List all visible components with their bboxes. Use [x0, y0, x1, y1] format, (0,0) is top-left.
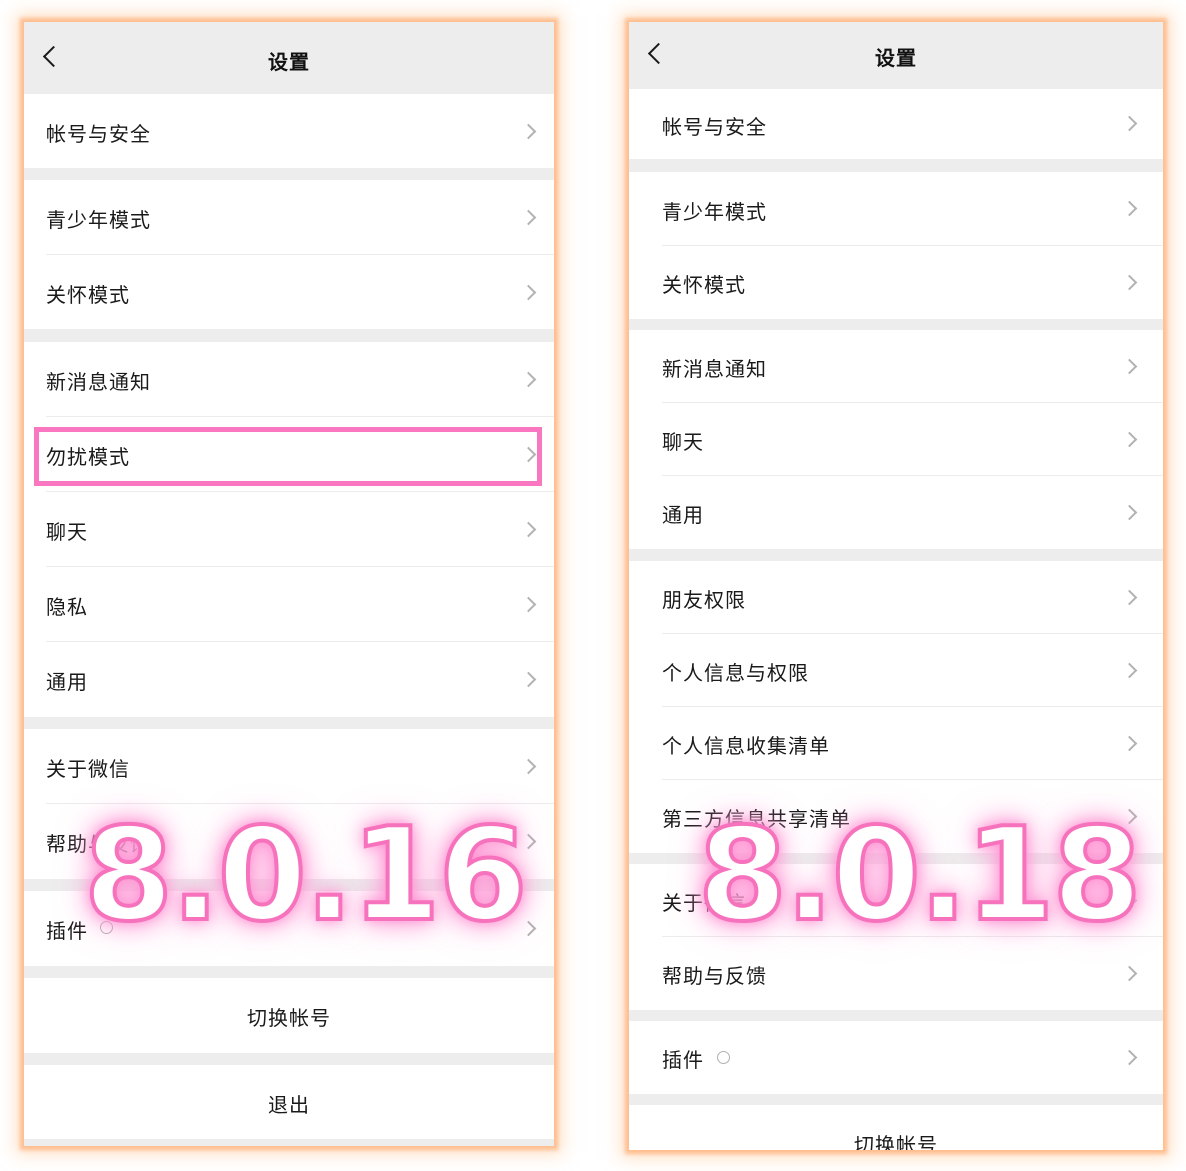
version-overlay-8-0-16: 8.0.16	[82, 801, 529, 950]
chevron-right-icon	[1121, 115, 1138, 132]
settings-item-new-message-notification[interactable]: 新消息通知	[629, 330, 1163, 403]
switch-account-button[interactable]: 切换帐号	[24, 978, 554, 1053]
page-title: 设置	[268, 50, 310, 74]
settings-item-friend-permissions[interactable]: 朋友权限	[629, 561, 1163, 634]
item-label: 通用	[662, 503, 704, 527]
settings-item-general[interactable]: 通用	[24, 642, 554, 717]
phone-screen-8-0-16: 设置 帐号与安全 青少年模式 关怀模式 新消息通知 勿扰模式 聊天 隐私 通用	[24, 22, 554, 1146]
settings-item-teen-mode[interactable]: 青少年模式	[24, 180, 554, 255]
item-label: 插件	[662, 1048, 704, 1072]
chevron-right-icon	[520, 371, 537, 388]
chevron-right-icon	[1121, 431, 1138, 448]
chevron-right-icon	[1121, 735, 1138, 752]
chevron-right-icon	[520, 671, 537, 688]
item-label: 通用	[46, 670, 88, 694]
chevron-right-icon	[1121, 965, 1138, 982]
logout-label: 退出	[268, 1093, 310, 1117]
settings-item-chat[interactable]: 聊天	[24, 492, 554, 567]
switch-account-button[interactable]: 切换帐号	[629, 1105, 1163, 1150]
version-overlay-8-0-18: 8.0.18	[696, 801, 1143, 950]
chevron-right-icon	[1121, 589, 1138, 606]
chevron-right-icon	[1121, 1049, 1138, 1066]
item-label: 关怀模式	[662, 273, 746, 297]
settings-item-general[interactable]: 通用	[629, 476, 1163, 549]
item-label: 新消息通知	[46, 370, 151, 394]
nav-header: 设置	[629, 22, 1163, 88]
chevron-right-icon	[520, 123, 537, 140]
chevron-right-icon	[520, 596, 537, 613]
chevron-right-icon	[520, 284, 537, 301]
item-label: 插件	[46, 919, 88, 943]
item-label: 关于微信	[46, 757, 130, 781]
settings-item-privacy[interactable]: 隐私	[24, 567, 554, 642]
item-label: 关怀模式	[46, 283, 130, 307]
item-label: 聊天	[662, 430, 704, 454]
item-label: 新消息通知	[662, 357, 767, 381]
chevron-right-icon	[1121, 358, 1138, 375]
item-label: 帐号与安全	[46, 122, 151, 146]
item-label: 青少年模式	[662, 200, 767, 224]
item-label: 青少年模式	[46, 208, 151, 232]
nav-header: 设置	[24, 22, 554, 92]
switch-account-label: 切换帐号	[247, 1006, 331, 1030]
settings-item-care-mode[interactable]: 关怀模式	[629, 246, 1163, 319]
item-label: 帐号与安全	[662, 115, 767, 139]
highlight-box	[34, 427, 542, 486]
item-label: 个人信息收集清单	[662, 734, 830, 758]
settings-item-teen-mode[interactable]: 青少年模式	[629, 172, 1163, 246]
settings-item-chat[interactable]: 聊天	[629, 403, 1163, 476]
chevron-right-icon	[1121, 200, 1138, 217]
settings-item-account-security[interactable]: 帐号与安全	[629, 89, 1163, 159]
switch-account-label: 切换帐号	[854, 1133, 938, 1150]
settings-item-about-wechat[interactable]: 关于微信	[24, 729, 554, 804]
plugin-icon	[717, 1051, 730, 1064]
logout-button[interactable]: 退出	[24, 1065, 554, 1139]
item-label: 个人信息与权限	[662, 661, 809, 685]
settings-item-account-security[interactable]: 帐号与安全	[24, 94, 554, 168]
chevron-right-icon	[520, 209, 537, 226]
item-label: 聊天	[46, 520, 88, 544]
item-label: 帮助与反馈	[662, 964, 767, 988]
chevron-right-icon	[520, 521, 537, 538]
chevron-right-icon	[1121, 504, 1138, 521]
chevron-right-icon	[520, 758, 537, 775]
settings-item-new-message-notification[interactable]: 新消息通知	[24, 342, 554, 417]
chevron-right-icon	[1121, 662, 1138, 679]
phone-screen-8-0-18: 设置 帐号与安全 青少年模式 关怀模式 新消息通知 聊天 通用 朋友权限 个人信…	[629, 22, 1163, 1150]
settings-item-personal-info-permissions[interactable]: 个人信息与权限	[629, 634, 1163, 707]
item-label: 隐私	[46, 595, 88, 619]
settings-item-plugins[interactable]: 插件	[629, 1021, 1163, 1094]
settings-item-personal-info-collection[interactable]: 个人信息收集清单	[629, 707, 1163, 780]
item-label: 朋友权限	[662, 588, 746, 612]
chevron-right-icon	[1121, 274, 1138, 291]
page-title: 设置	[875, 46, 917, 70]
settings-item-care-mode[interactable]: 关怀模式	[24, 255, 554, 329]
